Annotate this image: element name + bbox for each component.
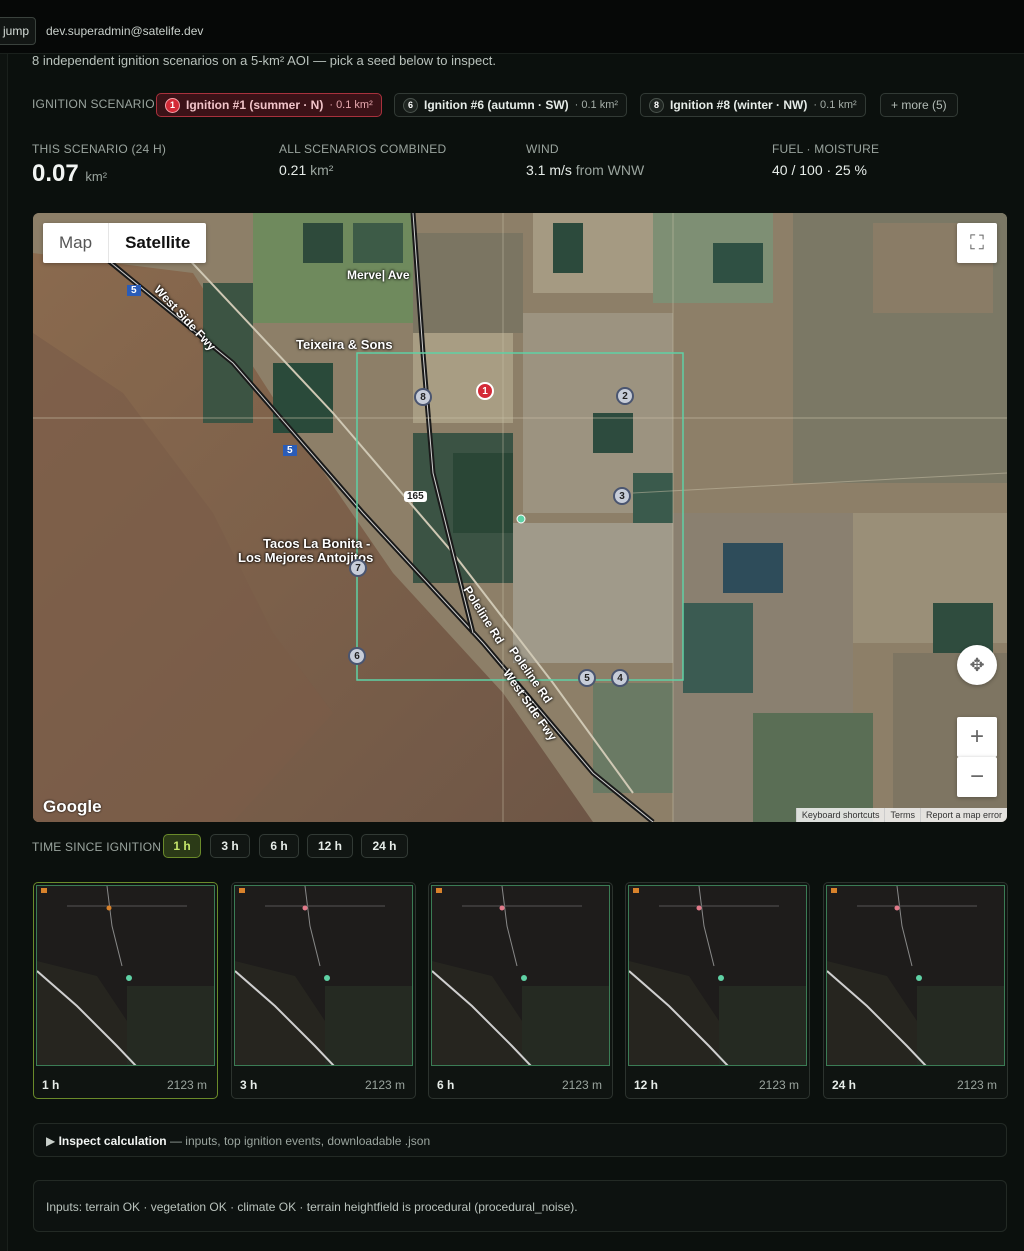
thumbnail-time-label: 3 h bbox=[240, 1078, 258, 1092]
map-type-satellite[interactable]: Satellite bbox=[108, 223, 206, 263]
stat-fuel-moisture: FUEL · MOISTURE 40 / 100 · 25 % bbox=[772, 142, 879, 178]
time-option-12h[interactable]: 12 h bbox=[307, 834, 353, 858]
thumbnail-distance: 2123 m bbox=[758, 1078, 799, 1092]
label-i5-north: 5 bbox=[127, 285, 141, 296]
thumbnail-distance: 2123 m bbox=[561, 1078, 602, 1092]
more-scenarios-button[interactable]: + more (5) bbox=[880, 93, 958, 117]
thumbnail-time-label: 12 h bbox=[634, 1078, 659, 1092]
thumbnail-distance: 2123 m bbox=[166, 1078, 207, 1092]
seed-marker-8[interactable]: 8 bbox=[414, 388, 432, 406]
report-error-link[interactable]: Report a map error bbox=[919, 808, 1007, 822]
scenario-chip-1[interactable]: 1 Ignition #1 (summer · N) · 0.1 km² bbox=[156, 93, 382, 117]
chip-area: · 0.1 km² bbox=[329, 99, 373, 111]
stat-label: WIND bbox=[526, 142, 559, 156]
stat-all-scenarios: ALL SCENARIOS COMBINED 0.21 km² bbox=[279, 142, 446, 178]
google-logo: Google bbox=[43, 797, 102, 816]
scenario-label: IGNITION SCENARIO bbox=[32, 97, 155, 111]
seed-marker-4[interactable]: 4 bbox=[611, 669, 629, 687]
inputs-note: Inputs: terrain OK · vegetation OK · cli… bbox=[33, 1180, 1007, 1232]
spread-preview-image bbox=[628, 885, 807, 1066]
seed-marker-2[interactable]: 2 bbox=[616, 387, 634, 405]
terms-link[interactable]: Terms bbox=[884, 808, 920, 822]
time-option-1h[interactable]: 1 h bbox=[163, 834, 201, 858]
jump-button[interactable]: jump bbox=[0, 17, 37, 45]
fullscreen-icon[interactable]: ⛶ bbox=[957, 223, 997, 263]
page-subtitle: 8 independent ignition scenarios on a 5-… bbox=[32, 53, 496, 68]
stat-this-scenario: THIS SCENARIO (24 H) 0.07 km² bbox=[32, 142, 166, 188]
stat-value: 40 / 100 · 25 % bbox=[772, 162, 867, 178]
spread-preview-image bbox=[36, 885, 215, 1066]
thumbnail-distance: 2123 m bbox=[956, 1078, 997, 1092]
map-type-map[interactable]: Map bbox=[43, 223, 108, 263]
disclosure-arrow-icon: ▶ bbox=[46, 1134, 56, 1148]
label-merv-ave: Merve| Ave bbox=[347, 268, 410, 282]
recenter-icon[interactable]: ✥ bbox=[957, 645, 997, 685]
time-option-3h[interactable]: 3 h bbox=[210, 834, 250, 858]
timeline-thumbnail[interactable]: 3 h 2123 m bbox=[231, 882, 416, 1099]
keyboard-shortcuts-link[interactable]: Keyboard shortcuts bbox=[795, 808, 885, 822]
seed-marker-7[interactable]: 7 bbox=[349, 559, 367, 577]
scenario-chip-6[interactable]: 6 Ignition #6 (autumn · SW) · 0.1 km² bbox=[394, 93, 628, 117]
chip-area: · 0.1 km² bbox=[574, 99, 619, 111]
thumbnail-distance: 2123 m bbox=[364, 1078, 405, 1092]
stat-label: FUEL · MOISTURE bbox=[772, 142, 880, 156]
seed-marker-3[interactable]: 3 bbox=[613, 487, 631, 505]
thumbnail-time-label: 6 h bbox=[437, 1078, 455, 1092]
time-option-24h[interactable]: 24 h bbox=[361, 834, 408, 858]
chip-area: · 0.1 km² bbox=[813, 99, 857, 111]
spread-preview-image bbox=[431, 885, 610, 1066]
chip-name: Ignition #8 (winter · NW) bbox=[670, 98, 808, 112]
satellite-map[interactable]: Map Satellite ⛶ ✥ + − Merve| Ave Teixeir… bbox=[33, 213, 1007, 822]
left-rail bbox=[0, 54, 8, 1251]
stat-label: ALL SCENARIOS COMBINED bbox=[279, 142, 447, 156]
label-hwy-165: 165 bbox=[404, 491, 427, 502]
scenario-chip-8[interactable]: 8 Ignition #8 (winter · NW) · 0.1 km² bbox=[640, 93, 866, 117]
inspect-description: — inputs, top ignition events, downloada… bbox=[169, 1134, 431, 1148]
map-type-toggle[interactable]: Map Satellite bbox=[43, 223, 207, 263]
chip-name: Ignition #6 (autumn · SW) bbox=[424, 98, 569, 112]
top-bar: jump dev.superadmin@satelife.dev bbox=[0, 0, 1024, 54]
stat-value: 0.21 km² bbox=[279, 162, 334, 178]
seed-marker-6[interactable]: 6 bbox=[348, 647, 366, 665]
chip-number: 1 bbox=[165, 97, 180, 113]
seed-marker-1[interactable]: 1 bbox=[476, 382, 494, 400]
stat-label: THIS SCENARIO (24 H) bbox=[32, 142, 167, 156]
map-footer: Keyboard shortcuts Terms Report a map er… bbox=[795, 808, 1007, 822]
time-option-6h[interactable]: 6 h bbox=[259, 834, 299, 858]
timeline-thumbnail[interactable]: 1 h 2123 m bbox=[33, 882, 218, 1099]
chip-number: 8 bbox=[649, 97, 664, 113]
inspect-title: Inspect calculation bbox=[58, 1134, 167, 1148]
timeline-thumbnail[interactable]: 12 h 2123 m bbox=[625, 882, 810, 1099]
zoom-out-button[interactable]: − bbox=[957, 757, 997, 797]
stat-value: 0.07 km² bbox=[32, 160, 108, 187]
spread-preview-image bbox=[826, 885, 1005, 1066]
chip-name: Ignition #1 (summer · N) bbox=[186, 98, 324, 112]
user-email: dev.superadmin@satelife.dev bbox=[46, 24, 204, 38]
label-tacos-1: Tacos La Bonita - bbox=[263, 536, 371, 551]
stat-value: 3.1 m/s from WNW bbox=[526, 162, 645, 178]
time-label: TIME SINCE IGNITION bbox=[32, 840, 162, 854]
label-teixeira: Teixeira & Sons bbox=[296, 337, 393, 352]
seed-marker-5[interactable]: 5 bbox=[578, 669, 596, 687]
timeline-thumbnail[interactable]: 24 h 2123 m bbox=[823, 882, 1008, 1099]
stat-wind: WIND 3.1 m/s from WNW bbox=[526, 142, 644, 178]
thumbnail-time-label: 1 h bbox=[42, 1078, 60, 1092]
chip-number: 6 bbox=[403, 97, 418, 113]
timeline-thumbnail[interactable]: 6 h 2123 m bbox=[428, 882, 613, 1099]
label-i5-south: 5 bbox=[283, 445, 297, 456]
spread-preview-image bbox=[234, 885, 413, 1066]
thumbnail-time-label: 24 h bbox=[832, 1078, 857, 1092]
zoom-in-button[interactable]: + bbox=[957, 717, 997, 757]
inspect-calculation[interactable]: ▶ Inspect calculation — inputs, top igni… bbox=[33, 1123, 1007, 1157]
